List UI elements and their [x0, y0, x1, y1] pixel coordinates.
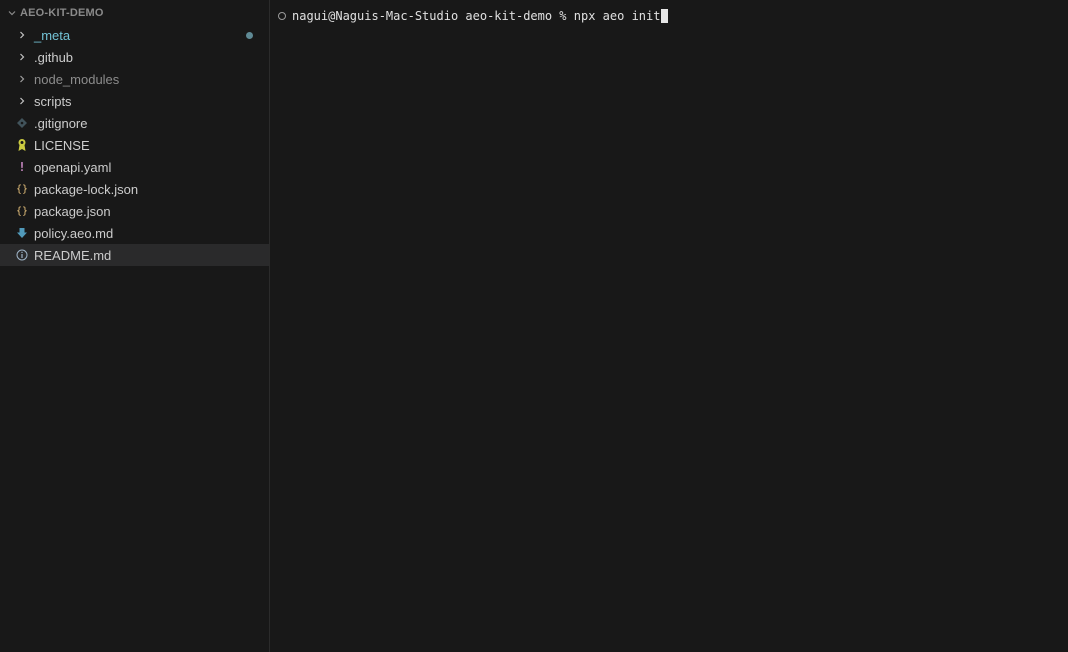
prompt-status-icon: [278, 12, 286, 20]
explorer-section-header[interactable]: AEO-KIT-DEMO: [0, 0, 269, 26]
tree-item-package-lock-file[interactable]: {} package-lock.json: [0, 178, 269, 200]
tree-item-label: _meta: [34, 27, 71, 43]
json-icon: {}: [15, 205, 29, 217]
tree-item-policy-file[interactable]: policy.aeo.md: [0, 222, 269, 244]
tree-item-license-file[interactable]: LICENSE: [0, 134, 269, 156]
yaml-icon: !: [18, 160, 26, 174]
chevron-down-icon: [6, 7, 18, 19]
explorer-section-title: AEO-KIT-DEMO: [20, 7, 104, 19]
tree-item-label: .gitignore: [34, 115, 88, 131]
file-tree: _meta .github node_modules scripts .giti…: [0, 24, 269, 266]
tree-item-gitignore-file[interactable]: .gitignore: [0, 112, 269, 134]
tree-item-label: policy.aeo.md: [34, 225, 114, 241]
tree-item-label: openapi.yaml: [34, 159, 112, 175]
tree-item-label: package.json: [34, 203, 111, 219]
explorer-sidebar: AEO-KIT-DEMO _meta .github node_modules …: [0, 0, 270, 652]
tree-item-package-json-file[interactable]: {} package.json: [0, 200, 269, 222]
terminal-panel[interactable]: nagui@Naguis-Mac-Studio aeo-kit-demo % n…: [270, 0, 1068, 652]
tree-item-openapi-file[interactable]: ! openapi.yaml: [0, 156, 269, 178]
tree-item-readme-file[interactable]: README.md: [0, 244, 269, 266]
terminal-input-line[interactable]: nagui@Naguis-Mac-Studio aeo-kit-demo % n…: [278, 8, 1068, 24]
chevron-right-icon: [15, 27, 29, 43]
tree-item-label: node_modules: [34, 71, 120, 87]
chevron-right-icon: [15, 93, 29, 109]
tree-item-label: .github: [34, 49, 74, 65]
app-window: AEO-KIT-DEMO _meta .github node_modules …: [0, 0, 1068, 652]
json-icon: {}: [15, 183, 29, 195]
git-icon: [15, 115, 29, 131]
tree-item-scripts-folder[interactable]: scripts: [0, 90, 269, 112]
tree-item-label: scripts: [34, 93, 72, 109]
tree-item-label: package-lock.json: [34, 181, 139, 197]
chevron-right-icon: [15, 49, 29, 65]
tree-item-node-modules-folder[interactable]: node_modules: [0, 68, 269, 90]
chevron-right-icon: [15, 71, 29, 87]
modified-indicator: [246, 32, 253, 39]
tree-item-github-folder[interactable]: .github: [0, 46, 269, 68]
license-icon: [15, 137, 29, 153]
terminal-prompt: nagui@Naguis-Mac-Studio aeo-kit-demo %: [292, 9, 574, 23]
terminal-cursor: [661, 9, 669, 23]
tree-item-meta-folder[interactable]: _meta: [0, 24, 269, 46]
tree-item-label: README.md: [34, 247, 112, 263]
info-icon: [15, 247, 29, 263]
tree-item-label: LICENSE: [34, 137, 90, 153]
terminal-command: npx aeo init: [573, 9, 661, 23]
markdown-icon: [15, 225, 29, 241]
